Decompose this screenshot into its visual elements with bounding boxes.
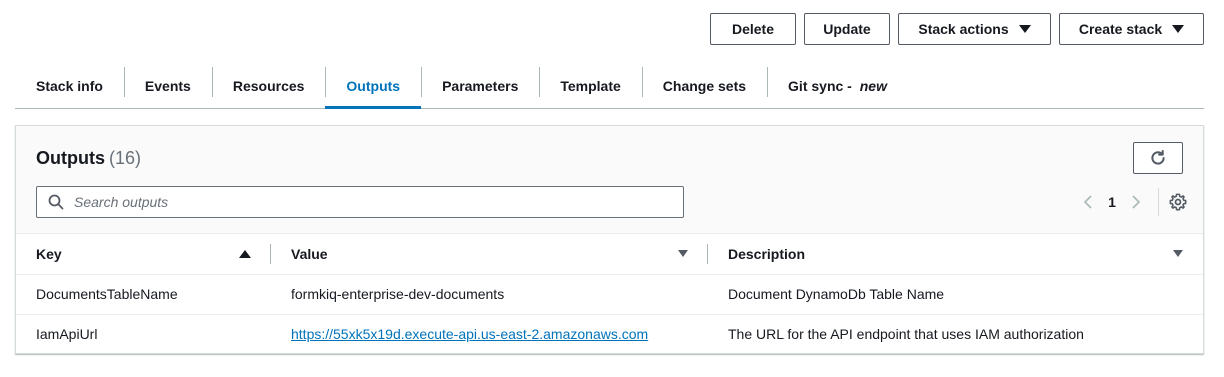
column-header-label: Value <box>291 245 328 262</box>
output-value: formkiq-enterprise-dev-documents <box>271 274 708 315</box>
panel-title-text: Outputs <box>36 148 105 168</box>
column-header-description[interactable]: Description <box>708 234 1203 275</box>
output-description: Document DynamoDb Table Name <box>708 274 1203 315</box>
search-outputs-field[interactable] <box>36 186 684 218</box>
output-value-cell: https://55xk5x19d.execute-api.us-east-2.… <box>271 314 708 354</box>
table-row: IamApiUrl https://55xk5x19d.execute-api.… <box>16 314 1203 354</box>
stack-actions-toolbar: Delete Update Stack actions Create stack <box>710 13 1204 45</box>
caret-down-icon <box>1172 25 1185 33</box>
search-icon <box>48 194 64 210</box>
outputs-panel-header: Outputs(16) 1 <box>16 126 1203 234</box>
column-header-label: Key <box>36 245 62 262</box>
caret-down-icon <box>1018 25 1031 33</box>
stack-detail-tabs: Stack info Events Resources Outputs Para… <box>15 64 1204 109</box>
tab-template[interactable]: Template <box>539 64 641 108</box>
tab-outputs[interactable]: Outputs <box>325 64 421 109</box>
tab-label: Template <box>560 78 621 94</box>
create-stack-label: Create stack <box>1078 21 1163 37</box>
tab-label: Stack info <box>36 78 103 94</box>
chevron-right-icon <box>1132 195 1141 209</box>
column-header-label: Description <box>728 245 806 262</box>
outputs-table: Key Value Description DocumentsTableName… <box>16 234 1203 354</box>
table-header-row: Key Value Description <box>16 234 1203 275</box>
tab-label: Change sets <box>662 78 747 94</box>
tab-parameters[interactable]: Parameters <box>421 64 539 108</box>
delete-button[interactable]: Delete <box>710 13 796 45</box>
outputs-count: (16) <box>109 148 142 168</box>
table-row: DocumentsTableName formkiq-enterprise-de… <box>16 274 1203 315</box>
tab-git-sync[interactable]: Git sync - new <box>767 64 908 108</box>
outputs-panel: Outputs(16) 1 <box>15 125 1204 354</box>
settings-gear-icon <box>1169 193 1187 211</box>
new-badge: new <box>859 78 887 94</box>
refresh-button[interactable] <box>1133 142 1183 174</box>
search-input[interactable] <box>74 194 683 210</box>
output-value-link[interactable]: https://55xk5x19d.execute-api.us-east-2.… <box>291 326 648 342</box>
tab-label: Outputs <box>346 78 401 94</box>
output-key: DocumentsTableName <box>16 274 271 315</box>
update-button[interactable]: Update <box>804 13 890 45</box>
next-page-button[interactable] <box>1122 194 1150 210</box>
tab-change-sets[interactable]: Change sets <box>641 64 767 108</box>
tab-label: Parameters <box>442 78 519 94</box>
tab-resources[interactable]: Resources <box>211 64 326 108</box>
current-page-number[interactable]: 1 <box>1102 194 1122 210</box>
pagination-divider <box>1158 188 1159 216</box>
delete-button-label: Delete <box>731 21 775 37</box>
tab-label: Events <box>144 78 191 94</box>
previous-page-button[interactable] <box>1074 194 1102 210</box>
panel-title: Outputs (16) <box>36 148 141 169</box>
tab-label: Git sync - <box>788 78 856 94</box>
output-description: The URL for the API endpoint that uses I… <box>728 326 1084 343</box>
column-header-key[interactable]: Key <box>16 234 271 275</box>
refresh-icon <box>1151 150 1165 165</box>
sort-unsorted-icon <box>1173 250 1183 258</box>
stack-actions-dropdown-button[interactable]: Stack actions <box>898 13 1051 45</box>
create-stack-dropdown-button[interactable]: Create stack <box>1059 13 1204 45</box>
preferences-button[interactable] <box>1169 193 1187 211</box>
column-header-value[interactable]: Value <box>271 234 708 275</box>
chevron-left-icon <box>1083 195 1092 209</box>
output-key: IamApiUrl <box>36 326 98 343</box>
sort-unsorted-icon <box>678 250 688 258</box>
tab-stack-info[interactable]: Stack info <box>15 64 124 108</box>
pagination: 1 <box>1074 188 1187 216</box>
tab-label: Resources <box>232 78 305 94</box>
stack-actions-label: Stack actions <box>918 21 1009 37</box>
update-button-label: Update <box>823 21 871 37</box>
sort-ascending-icon <box>239 249 251 258</box>
tab-events[interactable]: Events <box>123 64 212 108</box>
